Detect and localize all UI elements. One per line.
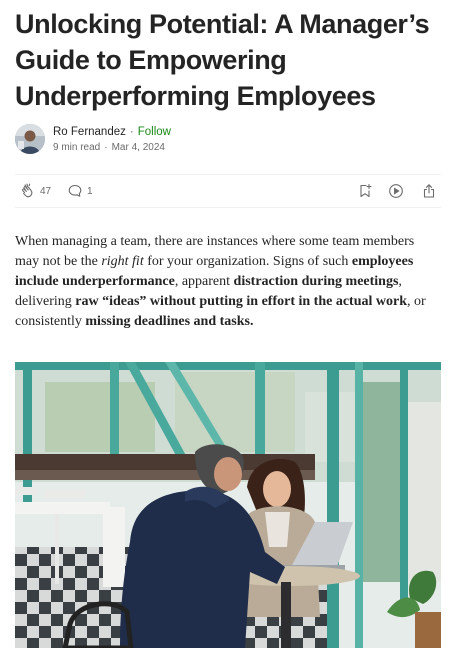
response-count: 1 [87,185,93,197]
follow-button[interactable]: Follow [138,126,171,138]
byline-separator: · [129,126,134,138]
bold-text: distraction during meetings [233,274,399,289]
author-row: Ro Fernandez · Follow [53,126,171,138]
text-run: , apparent [174,274,234,289]
article-actions-bar: 47 1 [15,174,441,208]
bold-text: missing deadlines and tasks. [85,314,254,329]
listen-button[interactable] [388,183,404,199]
read-time: 9 min read [53,142,101,153]
clap-icon [22,183,33,198]
article-intro-paragraph: When managing a team, there are instance… [15,232,441,332]
share-button[interactable] [421,183,437,199]
publish-date: Mar 4, 2024 [111,142,165,153]
bookmark-add-icon [360,183,372,198]
clap-count: 47 [40,185,52,197]
article-meta: 9 min read · Mar 4, 2024 [53,142,165,153]
article-hero-image [15,362,441,648]
comment-icon [68,184,82,197]
author-avatar[interactable] [15,124,45,154]
meta-separator: · [104,142,108,153]
byline: Ro Fernandez · Follow 9 min read · Mar 4, 20… [15,124,440,156]
text-run: for your organization. Signs of such [143,254,352,269]
play-icon [389,184,403,198]
author-name[interactable]: Ro Fernandez [53,126,126,138]
bookmark-button[interactable] [357,183,373,199]
bold-text: raw “ideas” without putting in effort in… [75,294,407,309]
emphasis-text: right fit [101,254,144,269]
clap-button[interactable]: 47 [20,183,51,199]
article-title: Unlocking Potential: A Manager’s Guide t… [15,9,430,111]
responses-button[interactable]: 1 [67,183,93,199]
share-icon [423,184,435,198]
